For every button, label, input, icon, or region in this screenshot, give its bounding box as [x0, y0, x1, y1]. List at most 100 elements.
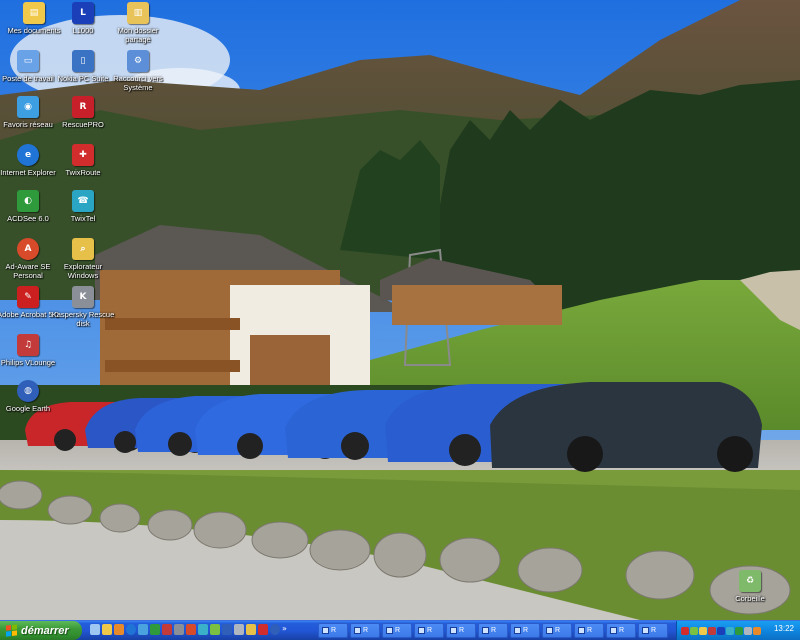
task-button[interactable]: R — [318, 623, 348, 638]
tray-volume-icon[interactable] — [699, 626, 707, 635]
task-button[interactable]: R — [446, 623, 476, 638]
quick-launch-bar: » — [90, 624, 292, 638]
twixtel-icon: ☎ — [72, 190, 94, 212]
settings-icon[interactable] — [234, 624, 244, 635]
internet-explorer-icon[interactable] — [126, 624, 136, 635]
task-label: R — [363, 627, 369, 634]
folder-icon[interactable] — [102, 624, 112, 635]
show-desktop-icon[interactable] — [90, 624, 100, 635]
earth-icon[interactable] — [270, 624, 280, 635]
recycle-bin-icon: ♻ — [739, 570, 761, 592]
overflow-chevron-icon[interactable]: » — [282, 624, 292, 635]
windows-logo-icon — [6, 624, 17, 637]
tray-network-icon[interactable] — [690, 626, 698, 635]
desktop-icon-mon-dossier-partage[interactable]: ▥ Mon dossier partagé — [104, 2, 172, 44]
icon-label: Mon dossier partagé — [117, 26, 159, 44]
start-button[interactable]: démarrer — [0, 621, 82, 640]
photo-icon[interactable] — [198, 624, 208, 635]
acdsee-icon: ◐ — [17, 190, 39, 212]
window-icon — [642, 627, 649, 634]
desktop-icon-raccourci-systeme[interactable]: ⚙ Raccourci vers Système — [104, 50, 172, 92]
google-earth-icon: ◍ — [17, 380, 39, 402]
taskbar: démarrer » R R R R R R R R R R R 13:22 — [0, 620, 800, 640]
task-button[interactable]: R — [350, 623, 380, 638]
shared-folder-icon: ▥ — [127, 2, 149, 24]
explorer-icon: ⌕ — [72, 238, 94, 260]
desktop-icon-kaspersky[interactable]: K Kaspersky Rescue disk — [49, 286, 117, 328]
wallpaper — [0, 0, 800, 620]
network-icon: ◉ — [17, 96, 39, 118]
task-button[interactable]: R — [574, 623, 604, 638]
tray-bluetooth-icon[interactable] — [717, 626, 725, 635]
task-label: R — [331, 627, 337, 634]
shortcut-system-icon: ⚙ — [127, 50, 149, 72]
task-button[interactable]: R — [638, 623, 668, 638]
game-icon[interactable] — [210, 624, 220, 635]
task-label: R — [619, 627, 625, 634]
nokia-icon: ▯ — [72, 50, 94, 72]
task-button[interactable]: R — [542, 623, 572, 638]
task-label: R — [459, 627, 465, 634]
desktop-icon-twixroute[interactable]: ✚ TwixRoute — [49, 144, 117, 177]
task-label: R — [651, 627, 657, 634]
window-icon — [418, 627, 425, 634]
tray-sync-icon[interactable] — [726, 626, 734, 635]
tray-security-icon[interactable] — [735, 626, 743, 635]
task-button[interactable]: R — [414, 623, 444, 638]
window-icon — [450, 627, 457, 634]
tray-app-icon[interactable] — [681, 626, 689, 635]
icon-label: Explorateur Windows — [63, 262, 103, 280]
icon-label: Kaspersky Rescue disk — [51, 310, 115, 328]
acrobat-icon: ✎ — [17, 286, 39, 308]
tray-update-icon[interactable] — [753, 626, 761, 635]
tray-misc-icon[interactable] — [744, 626, 752, 635]
kaspersky-icon: K — [72, 286, 94, 308]
network-icon[interactable] — [222, 624, 232, 635]
task-label: R — [555, 627, 561, 634]
desktop-icon-rescuepro[interactable]: R RescuePRO — [49, 96, 117, 129]
window-icon — [482, 627, 489, 634]
paint-icon[interactable] — [258, 624, 268, 635]
philips-icon: ♫ — [17, 334, 39, 356]
desktop-icon-philips-vlounge[interactable]: ♫ Philips VLounge — [0, 334, 62, 367]
window-icon — [386, 627, 393, 634]
task-label: R — [523, 627, 529, 634]
task-label: R — [491, 627, 497, 634]
app-l-icon: L — [72, 2, 94, 24]
desktop-icon-google-earth[interactable]: ◍ Google Earth — [0, 380, 62, 413]
task-button[interactable]: R — [478, 623, 508, 638]
explorer-icon[interactable] — [246, 624, 256, 635]
window-icon — [610, 627, 617, 634]
desktop-icon-corbeille[interactable]: ♻ Corbeille — [716, 570, 784, 603]
icon-label: Google Earth — [5, 404, 51, 413]
start-label: démarrer — [21, 624, 69, 637]
icon-label: Raccourci vers Système — [113, 74, 163, 92]
task-label: R — [587, 627, 593, 634]
window-icon — [578, 627, 585, 634]
twixroute-icon: ✚ — [72, 144, 94, 166]
media-icon[interactable] — [114, 624, 124, 635]
desktop-icon-twixtel[interactable]: ☎ TwixTel — [49, 190, 117, 223]
tray-antivirus-icon[interactable] — [708, 626, 716, 635]
app-icon[interactable] — [162, 624, 172, 635]
mail-icon[interactable] — [138, 624, 148, 635]
window-icon — [354, 627, 361, 634]
tool-icon[interactable] — [186, 624, 196, 635]
acdsee-icon[interactable] — [150, 624, 160, 635]
clock[interactable]: 13:22 — [774, 624, 794, 633]
computer-icon: ▭ — [17, 50, 39, 72]
task-label: R — [395, 627, 401, 634]
desktop-icon-explorateur-windows[interactable]: ⌕ Explorateur Windows — [49, 238, 117, 280]
adaware-icon: A — [17, 238, 39, 260]
window-icon — [546, 627, 553, 634]
task-button[interactable]: R — [510, 623, 540, 638]
system-tray: 13:22 — [676, 621, 800, 640]
window-icon — [322, 627, 329, 634]
window-icon — [514, 627, 521, 634]
icon-label: RescuePRO — [62, 120, 104, 129]
calculator-icon[interactable] — [174, 624, 184, 635]
task-button[interactable]: R — [382, 623, 412, 638]
icon-label: TwixTel — [70, 214, 96, 223]
rescuepro-icon: R — [72, 96, 94, 118]
task-button[interactable]: R — [606, 623, 636, 638]
